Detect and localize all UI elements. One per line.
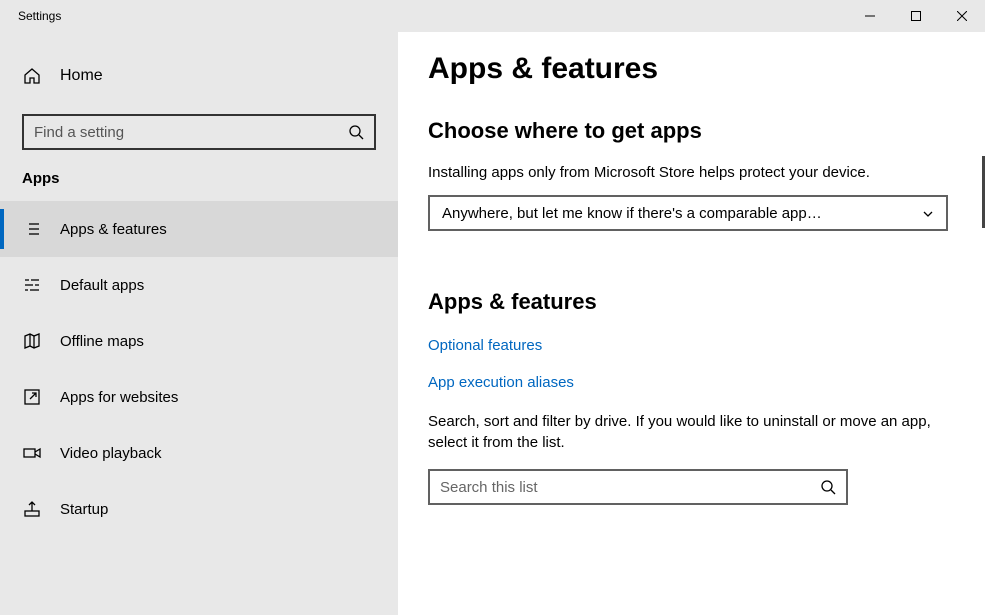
section-heading-where: Choose where to get apps [428,118,985,144]
settings-search-input[interactable] [34,124,348,141]
window-controls [847,0,985,32]
sidebar-item-apps-for-websites[interactable]: Apps for websites [0,369,398,425]
optional-features-link[interactable]: Optional features [428,337,985,354]
startup-icon [22,499,42,519]
section-where-description: Installing apps only from Microsoft Stor… [428,162,948,183]
app-list-search-input[interactable] [440,479,820,496]
settings-search[interactable] [22,114,376,150]
window-title: Settings [18,9,61,23]
home-nav[interactable]: Home [0,54,398,98]
sidebar-item-label: Apps for websites [60,389,178,406]
sidebar-item-label: Offline maps [60,333,144,350]
sidebar-item-video-playback[interactable]: Video playback [0,425,398,481]
search-icon [820,479,836,495]
app-source-dropdown[interactable]: Anywhere, but let me know if there's a c… [428,195,948,231]
search-icon [348,124,364,140]
default-apps-icon [22,275,42,295]
open-external-icon [22,387,42,407]
app-list-search[interactable] [428,469,848,505]
home-icon [22,66,42,86]
app-execution-aliases-link[interactable]: App execution aliases [428,374,985,391]
list-icon [22,219,42,239]
dropdown-value: Anywhere, but let me know if there's a c… [442,205,822,222]
sidebar-item-label: Apps & features [60,221,167,238]
sidebar: Home Apps Apps & features Default apps [0,32,398,615]
sidebar-item-startup[interactable]: Startup [0,481,398,537]
sidebar-item-default-apps[interactable]: Default apps [0,257,398,313]
close-button[interactable] [939,0,985,32]
sidebar-item-label: Startup [60,501,108,518]
home-label: Home [60,67,103,85]
section-heading-apps-features: Apps & features [428,289,985,315]
titlebar: Settings [0,0,985,32]
map-icon [22,331,42,351]
sidebar-item-offline-maps[interactable]: Offline maps [0,313,398,369]
main-panel: Apps & features Choose where to get apps… [398,32,985,615]
sidebar-item-label: Video playback [60,445,161,462]
page-title: Apps & features [428,52,985,86]
minimize-button[interactable] [847,0,893,32]
sidebar-item-apps-features[interactable]: Apps & features [0,201,398,257]
chevron-down-icon [922,207,934,219]
video-icon [22,443,42,463]
filter-description: Search, sort and filter by drive. If you… [428,411,948,453]
maximize-button[interactable] [893,0,939,32]
sidebar-section-label: Apps [0,170,398,201]
sidebar-item-label: Default apps [60,277,144,294]
